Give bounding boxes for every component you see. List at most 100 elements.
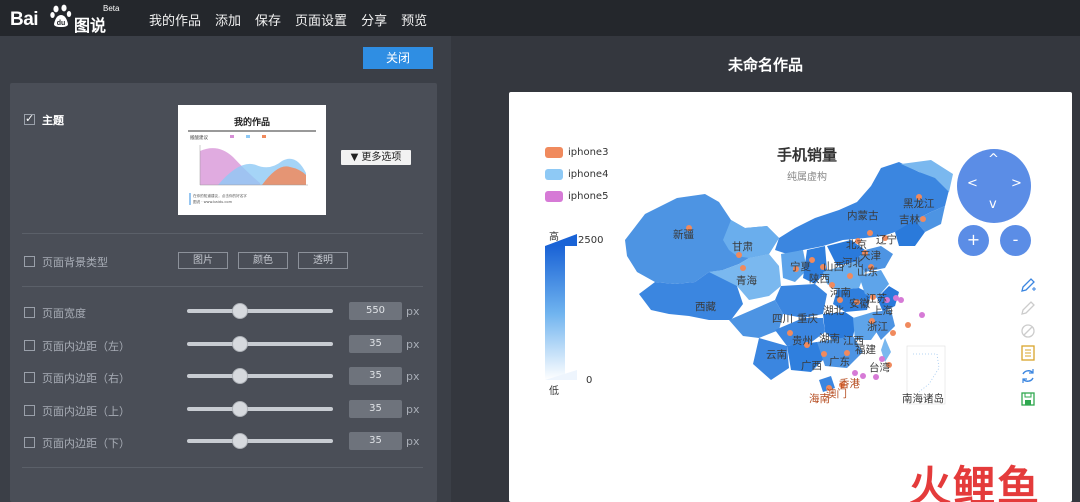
nav-share[interactable]: 分享 <box>361 10 387 29</box>
province-label: 新疆 <box>673 229 694 241</box>
data-point[interactable] <box>821 351 827 357</box>
theme-label: 主题 <box>42 114 64 127</box>
province-label: 西藏 <box>695 301 716 313</box>
edit-pen-icon[interactable] <box>1019 276 1037 294</box>
padding-right-value[interactable]: 35 <box>349 367 402 385</box>
preview-panel: 未命名作品 手机销量 纯属虚构 iphone3 iphone4 iphone5 … <box>451 36 1080 502</box>
bg-transparent-button[interactable]: 透明 <box>298 252 348 269</box>
slider-knob[interactable] <box>232 368 248 384</box>
legend-item[interactable]: iphone4 <box>545 168 608 180</box>
close-button[interactable]: 关闭 <box>363 47 433 69</box>
china-map[interactable] <box>619 154 959 414</box>
nav-add[interactable]: 添加 <box>215 10 241 29</box>
page-width-value[interactable]: 550 <box>349 302 402 320</box>
legend-swatch <box>545 146 563 158</box>
visual-map-bar[interactable] <box>545 234 579 384</box>
bg-color-button[interactable]: 颜色 <box>238 252 288 269</box>
chart-canvas[interactable]: 手机销量 纯属虚构 iphone3 iphone4 iphone5 高 2500 <box>509 92 1072 502</box>
page-settings-card: 主题 我的作品 搬酸建议 在你的知道建议，点击你的好名字 图说 · www.ba… <box>10 83 437 502</box>
legend-label: iphone3 <box>568 146 609 158</box>
padding-bottom-slider[interactable] <box>187 433 333 449</box>
data-point[interactable] <box>860 373 866 379</box>
baidu-tushuo-logo[interactable]: Bai du 图说 Beta <box>10 4 130 35</box>
province-label: 湖南 <box>819 333 840 345</box>
data-point[interactable] <box>867 230 873 236</box>
beta-badge: Beta <box>103 4 120 13</box>
nav-my-works[interactable]: 我的作品 <box>149 10 201 29</box>
province-label: 辽宁 <box>876 234 897 246</box>
province-label: 甘肃 <box>732 241 753 253</box>
data-point[interactable] <box>898 297 904 303</box>
page-width-slider[interactable] <box>187 303 333 319</box>
padding-top-label: 页面内边距（上） <box>42 405 130 418</box>
work-title[interactable]: 未命名作品 <box>451 54 1080 75</box>
data-point[interactable] <box>847 273 853 279</box>
province-label: 内蒙古 <box>847 210 879 222</box>
visual-map-min: 0 <box>586 375 593 386</box>
unit-label: px <box>406 370 420 383</box>
data-point[interactable] <box>740 265 746 271</box>
province-label: 天津 <box>860 250 881 262</box>
divider <box>22 286 423 287</box>
legend-label: iphone4 <box>568 168 609 180</box>
data-point[interactable] <box>905 322 911 328</box>
data-point[interactable] <box>919 312 925 318</box>
unit-label: px <box>406 403 420 416</box>
page-width-checkbox[interactable] <box>24 307 35 318</box>
pan-right-icon[interactable]: > <box>1011 176 1022 191</box>
padding-bottom-checkbox[interactable] <box>24 437 35 448</box>
padding-top-slider[interactable] <box>187 401 333 417</box>
theme-thumbnail[interactable]: 我的作品 搬酸建议 在你的知道建议，点击你的好名字 图说 · www.baidu… <box>178 105 326 215</box>
nav-page-settings[interactable]: 页面设置 <box>295 10 347 29</box>
slider-knob[interactable] <box>232 401 248 417</box>
pan-down-icon[interactable]: v <box>989 197 997 212</box>
zoom-in-button[interactable]: + <box>958 225 989 256</box>
legend-item[interactable]: iphone3 <box>545 146 608 158</box>
eraser-icon[interactable] <box>1019 322 1037 340</box>
province-label: 重庆 <box>797 313 818 325</box>
padding-top-checkbox[interactable] <box>24 405 35 416</box>
edit-pen-disabled-icon[interactable] <box>1019 299 1037 317</box>
province-label: 吉林 <box>899 214 920 226</box>
map-pan-control[interactable]: ^ < > v <box>957 149 1031 223</box>
data-point[interactable] <box>920 216 926 222</box>
thumb-subtitle: 搬酸建议 <box>190 134 208 141</box>
theme-checkbox[interactable] <box>24 112 35 125</box>
slider-knob[interactable] <box>232 336 248 352</box>
svg-text:du: du <box>57 20 66 27</box>
zoom-out-button[interactable]: - <box>1000 225 1031 256</box>
refresh-icon[interactable] <box>1019 367 1037 385</box>
padding-left-label: 页面内边距（左） <box>42 340 130 353</box>
unit-label: px <box>406 435 420 448</box>
padding-left-value[interactable]: 35 <box>349 335 402 353</box>
province-label: 宁夏 <box>790 261 811 273</box>
slider-knob[interactable] <box>232 303 248 319</box>
visual-map-max: 2500 <box>578 235 604 246</box>
page-width-label: 页面宽度 <box>42 307 86 320</box>
nav-preview[interactable]: 预览 <box>401 10 427 29</box>
visual-map-low-label: 低 <box>549 386 559 397</box>
padding-bottom-value[interactable]: 35 <box>349 432 402 450</box>
unit-label: px <box>406 338 420 351</box>
padding-right-slider[interactable] <box>187 368 333 384</box>
thumb-footer-1: 在你的知道建议，点击你的好名字 <box>193 193 247 198</box>
pan-up-icon[interactable]: ^ <box>988 152 999 167</box>
province-label: 陕西 <box>809 273 830 285</box>
bg-type-checkbox[interactable] <box>24 256 35 267</box>
padding-right-checkbox[interactable] <box>24 372 35 383</box>
province-label: 云南 <box>766 349 787 361</box>
slider-knob[interactable] <box>232 433 248 449</box>
bg-image-button[interactable]: 图片 <box>178 252 228 269</box>
data-point[interactable] <box>890 330 896 336</box>
nav-save[interactable]: 保存 <box>255 10 281 29</box>
thumb-footer-2: 图说 · www.baidu.com <box>193 199 233 204</box>
save-image-icon[interactable] <box>1019 390 1037 408</box>
legend-item[interactable]: iphone5 <box>545 190 608 202</box>
data-view-icon[interactable] <box>1019 344 1037 362</box>
more-options-button[interactable]: ▼ 更多选项 <box>341 150 411 165</box>
legend-swatch <box>545 168 563 180</box>
padding-top-value[interactable]: 35 <box>349 400 402 418</box>
pan-left-icon[interactable]: < <box>967 176 978 191</box>
padding-left-checkbox[interactable] <box>24 340 35 351</box>
padding-left-slider[interactable] <box>187 336 333 352</box>
